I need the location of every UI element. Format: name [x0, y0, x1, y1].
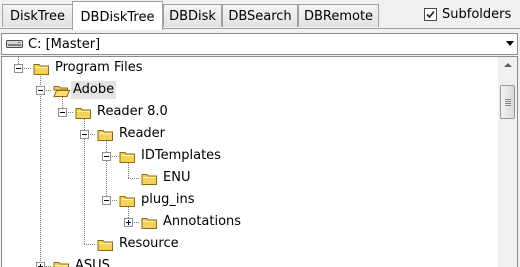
- collapse-toggle-icon[interactable]: [102, 152, 111, 161]
- tree-node-program-files[interactable]: Program Files: [53, 59, 145, 77]
- vertical-scrollbar[interactable]: [498, 57, 517, 267]
- folder-icon: [141, 218, 157, 229]
- open-folder-icon: [53, 86, 70, 97]
- tree-node-reader[interactable]: Reader: [117, 125, 167, 143]
- folder-icon: [53, 262, 69, 267]
- collapse-toggle-icon[interactable]: [36, 86, 45, 95]
- tab-dbremote[interactable]: DBRemote: [298, 4, 379, 27]
- folder-icon: [119, 196, 135, 207]
- tree-node-annotations[interactable]: Annotations: [161, 213, 243, 231]
- subfolders-checkbox[interactable]: Subfolders: [424, 5, 511, 23]
- grip-line: [505, 99, 511, 100]
- tree-node-adobe[interactable]: Adobe: [71, 81, 117, 99]
- tree-node-reader-8-0[interactable]: Reader 8.0: [95, 103, 170, 121]
- dropdown-arrow-icon[interactable]: [506, 41, 514, 46]
- arrow-up-icon: [504, 63, 512, 67]
- tree-node-idtemplates[interactable]: IDTemplates: [139, 147, 223, 165]
- collapse-toggle-icon[interactable]: [80, 130, 89, 139]
- grip-line: [505, 101, 511, 102]
- hard-drive-icon: [6, 40, 23, 48]
- drive-label: C: [Master]: [28, 37, 101, 52]
- expand-toggle-icon[interactable]: [36, 262, 45, 267]
- folder-icon: [75, 108, 91, 119]
- folder-icon: [97, 130, 113, 141]
- tree-node-enu[interactable]: ENU: [161, 169, 192, 187]
- tree-node-plug-ins[interactable]: plug_ins: [139, 191, 196, 209]
- tab-dbdisk[interactable]: DBDisk: [163, 4, 222, 27]
- folder-icon: [141, 174, 157, 185]
- tab-dbsearch[interactable]: DBSearch: [222, 4, 298, 27]
- grip-line: [505, 103, 511, 104]
- folder-icon: [119, 152, 135, 163]
- tree-guide-line: [128, 163, 129, 179]
- tab-disktree[interactable]: DiskTree: [2, 4, 73, 27]
- tab-bar: DiskTree DBDiskTree DBDisk DBSearch DBRe…: [0, 0, 520, 31]
- tree-node-asus[interactable]: ASUS: [73, 257, 112, 267]
- expand-toggle-icon[interactable]: [124, 218, 133, 227]
- folder-icon: [33, 64, 49, 75]
- tree-guide-line: [40, 76, 41, 267]
- tab-dbdisktree[interactable]: DBDiskTree: [72, 1, 163, 30]
- dbdisktree-window: DiskTree DBDiskTree DBDisk DBSearch DBRe…: [0, 0, 520, 267]
- scroll-up-button[interactable]: [499, 57, 517, 74]
- collapse-toggle-icon[interactable]: [102, 196, 111, 205]
- folder-tree[interactable]: Program Files Adobe Reader 8.0 Reader ID…: [1, 56, 518, 267]
- folder-icon: [97, 240, 113, 251]
- scrollbar-thumb[interactable]: [500, 85, 515, 119]
- tree-guide-line: [84, 244, 96, 245]
- subfolders-label: Subfolders: [442, 6, 512, 22]
- tree-guide-line: [128, 178, 140, 179]
- collapse-toggle-icon[interactable]: [58, 108, 67, 117]
- collapse-toggle-icon[interactable]: [14, 64, 23, 73]
- drive-select[interactable]: C: [Master]: [1, 33, 518, 55]
- tree-canvas: Program Files Adobe Reader 8.0 Reader ID…: [2, 57, 498, 267]
- tree-guide-line: [106, 139, 107, 201]
- tree-node-resource[interactable]: Resource: [117, 235, 181, 253]
- grip-line: [505, 105, 511, 106]
- checkbox-checked-icon[interactable]: [424, 7, 437, 21]
